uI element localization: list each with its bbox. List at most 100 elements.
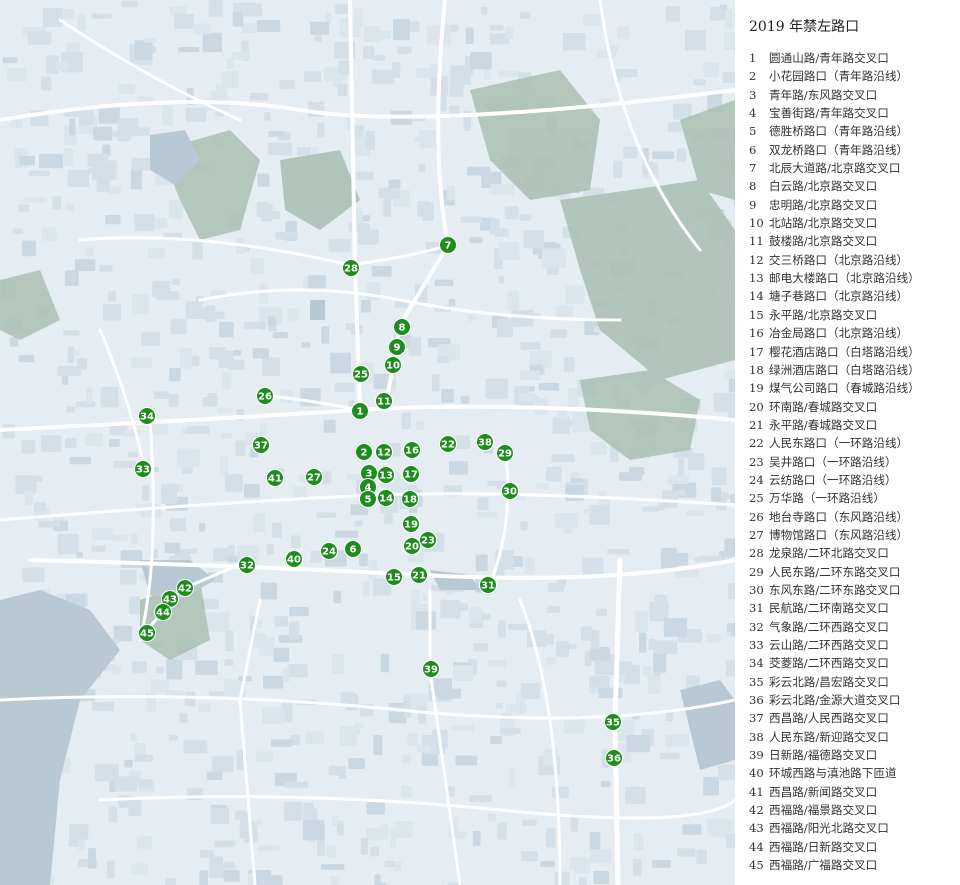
map-marker[interactable]: 5	[359, 490, 377, 508]
legend-item: 16 冶金局路口（北京路沿线）	[749, 324, 920, 342]
marker-label: 34	[140, 412, 154, 423]
legend-item-number: 1	[749, 51, 757, 65]
map-area[interactable]: 1 2 3 4 5 6 7 8 9 10 11 12 13 14 15 16 17 18 19 20 21 22 23 24 2…	[0, 0, 735, 885]
legend-item-number: 29	[749, 564, 764, 579]
legend-item-number: 28	[749, 546, 764, 561]
legend-item: 21 永平路/春城路交叉口	[749, 416, 920, 434]
legend-item-name: 永平路/春城路交叉口	[769, 417, 878, 432]
marker-label: 17	[404, 470, 418, 481]
map-marker[interactable]: 9	[388, 338, 406, 356]
legend-item: 9 忠明路/北京路交叉口	[749, 196, 920, 214]
marker-label: 25	[354, 370, 368, 381]
legend-title: 2019 年禁左路口	[749, 19, 860, 35]
marker-label: 10	[386, 361, 400, 372]
legend-item-number: 20	[749, 399, 764, 414]
legend-item: 4 宝善街路/青年路交叉口	[749, 104, 920, 122]
map-marker[interactable]: 35	[604, 713, 622, 731]
legend-item: 5 德胜桥路口（青年路沿线）	[749, 122, 920, 140]
map-marker[interactable]: 16	[403, 441, 421, 459]
map-marker[interactable]: 33	[134, 460, 152, 478]
legend-item: 26 地台寺路口（东风路沿线）	[749, 508, 920, 526]
map-marker[interactable]: 22	[439, 435, 457, 453]
map-marker[interactable]: 32	[238, 556, 256, 574]
map-marker[interactable]: 24	[320, 542, 338, 560]
legend-item-number: 25	[749, 491, 764, 506]
map-marker[interactable]: 38	[476, 433, 494, 451]
marker-label: 37	[254, 441, 268, 452]
map-marker[interactable]: 7	[439, 236, 457, 254]
map-marker[interactable]: 18	[401, 490, 419, 508]
map-marker[interactable]: 1	[351, 402, 369, 420]
legend-item-name: 西福路/阳光北路交叉口	[769, 821, 889, 836]
marker-label: 2	[361, 448, 368, 459]
map-marker[interactable]: 36	[605, 749, 623, 767]
legend-item: 1 圆通山路/青年路交叉口	[749, 49, 920, 67]
legend-panel: 2019 年禁左路口 1 圆通山路/青年路交叉口 2 小花园路口（青年路沿线） 3 青年路…	[735, 0, 960, 885]
legend-item: 19 煤气公司路口（春城路沿线）	[749, 379, 920, 397]
legend-item-name: 气象路/二环西路交叉口	[769, 619, 889, 634]
legend-item-name: 彩云北路/昌宏路交叉口	[769, 674, 889, 689]
marker-label: 18	[403, 495, 417, 506]
legend-item-number: 18	[749, 362, 764, 377]
legend-item: 37 西昌路/人民西路交叉口	[749, 709, 920, 727]
map-marker[interactable]: 39	[422, 660, 440, 678]
map-marker[interactable]: 17	[402, 465, 420, 483]
marker-label: 16	[405, 446, 419, 457]
map-marker[interactable]: 11	[375, 392, 393, 410]
map-marker[interactable]: 37	[252, 436, 270, 454]
map-marker[interactable]: 28	[342, 259, 360, 277]
legend-item-name: 博物馆路口（东风路沿线）	[769, 527, 909, 542]
legend-item-number: 31	[749, 601, 764, 616]
map-marker[interactable]: 15	[385, 568, 403, 586]
legend-item-name: 环南路/春城路交叉口	[769, 399, 878, 414]
legend-item: 15 永平路/北京路交叉口	[749, 306, 920, 324]
map-marker[interactable]: 45	[138, 624, 156, 642]
legend-item-name: 西福路/日新路交叉口	[769, 839, 878, 854]
map-marker[interactable]: 8	[393, 318, 411, 336]
marker-label: 33	[136, 465, 150, 476]
marker-label: 20	[405, 542, 419, 553]
legend-item: 27 博物馆路口（东风路沿线）	[749, 526, 920, 544]
legend-item: 31 民航路/二环南路交叉口	[749, 599, 920, 617]
map-marker[interactable]: 26	[256, 387, 274, 405]
legend-item: 29 人民东路/二环东路交叉口	[749, 563, 920, 581]
marker-label: 7	[445, 241, 452, 252]
map-marker[interactable]: 25	[352, 365, 370, 383]
map-marker[interactable]: 6	[344, 540, 362, 558]
map-marker[interactable]: 30	[501, 482, 519, 500]
legend-item: 33 云山路/二环西路交叉口	[749, 636, 920, 654]
legend-item-number: 16	[749, 326, 764, 341]
map-marker[interactable]: 14	[377, 489, 395, 507]
map-marker[interactable]: 21	[410, 566, 428, 584]
map-marker[interactable]: 10	[384, 356, 402, 374]
map-marker[interactable]: 42	[176, 579, 194, 597]
marker-label: 23	[421, 536, 435, 547]
legend-item: 13 邮电大楼路口（北京路沿线）	[749, 269, 920, 287]
legend-item-name: 永平路/北京路交叉口	[769, 307, 878, 322]
map-marker[interactable]: 29	[496, 444, 514, 462]
legend-item: 36 彩云北路/金源大道交叉口	[749, 691, 920, 709]
map-marker[interactable]: 19	[402, 515, 420, 533]
legend-item-number: 22	[749, 436, 764, 451]
map-marker[interactable]: 41	[266, 469, 284, 487]
legend-item-name: 北辰大道路/北京路交叉口	[769, 161, 901, 176]
map-marker[interactable]: 27	[305, 468, 323, 486]
map-marker[interactable]: 20	[403, 537, 421, 555]
marker-label: 3	[366, 469, 373, 480]
map-marker[interactable]: 12	[375, 443, 393, 461]
marker-label: 13	[379, 471, 393, 482]
map-marker[interactable]: 40	[285, 550, 303, 568]
legend-item: 25 万华路（一环路沿线）	[749, 489, 920, 507]
map-marker[interactable]: 31	[479, 576, 497, 594]
legend-item-number: 5	[749, 124, 757, 139]
map-marker[interactable]: 23	[419, 531, 437, 549]
map-marker[interactable]: 34	[138, 407, 156, 425]
legend-item: 2 小花园路口（青年路沿线）	[749, 67, 920, 85]
legend-item-name: 云山路/二环西路交叉口	[769, 638, 889, 652]
legend-item-name: 白云路/北京路交叉口	[769, 179, 878, 194]
map-marker[interactable]: 13	[377, 466, 395, 484]
legend-item-name: 日新路/福德路交叉口	[769, 748, 878, 763]
map-marker[interactable]: 2	[355, 443, 373, 461]
map-marker[interactable]: 44	[154, 603, 172, 621]
city-map[interactable]: 1234567891011121314151617181920212223242…	[0, 0, 735, 885]
